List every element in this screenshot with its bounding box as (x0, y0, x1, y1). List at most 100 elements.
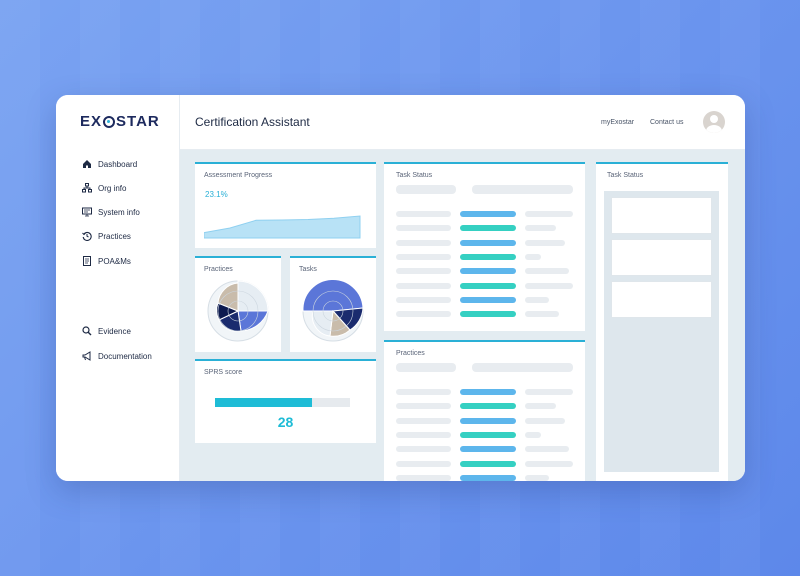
assessment-progress-card: Assessment Progress 23.1% (195, 162, 376, 248)
row-cell (525, 253, 541, 260)
row-cell (396, 311, 451, 318)
page-title: Certification Assistant (195, 115, 310, 129)
sidebar-item-evidence[interactable]: Evidence (82, 326, 131, 336)
myexostar-link[interactable]: myExostar (601, 119, 634, 126)
sidebar-item-poams[interactable]: POA&Ms (82, 256, 131, 266)
avatar[interactable] (703, 111, 725, 133)
row-cell (396, 460, 451, 467)
row-cell (460, 253, 516, 260)
sprs-progress-track (215, 398, 350, 407)
row-cell (525, 417, 565, 424)
row-cell (460, 211, 516, 217)
row-cell (460, 239, 516, 246)
row-cell (460, 460, 516, 467)
card-title: Practices (396, 350, 425, 357)
card-title: Task Status (607, 172, 644, 179)
sidebar-item-label: Evidence (98, 326, 131, 336)
tasks-chart-card: Tasks (290, 256, 376, 352)
document-icon (83, 256, 91, 266)
task-status-item[interactable] (611, 197, 712, 234)
row-cell (460, 403, 516, 410)
task-status-item[interactable] (611, 281, 712, 318)
sidebar-item-dashboard[interactable]: Dashboard (82, 159, 137, 169)
row-cell (525, 296, 549, 303)
row-cell (396, 446, 451, 453)
row-cell (460, 311, 516, 318)
card-title: Tasks (299, 266, 317, 273)
sidebar-item-org-info[interactable]: Org info (82, 183, 126, 193)
history-icon (82, 231, 92, 241)
sidebar-item-label: POA&Ms (98, 256, 131, 266)
row-cell (460, 389, 516, 395)
task-status-card: Task Status (384, 162, 585, 331)
megaphone-icon (82, 351, 91, 361)
row-cell (460, 431, 516, 438)
exostar-logo[interactable]: EX STAR (80, 113, 160, 130)
task-status-list (604, 191, 719, 472)
row-cell (460, 417, 516, 424)
row-cell (525, 474, 549, 481)
sidebar-item-label: Documentation (98, 351, 152, 361)
row-cell (396, 239, 451, 246)
row-cell (460, 282, 516, 289)
card-title: Task Status (396, 172, 433, 179)
task-status-panel: Task Status (596, 162, 728, 481)
contact-us-link[interactable]: Contact us (650, 119, 683, 126)
row-cell (460, 268, 516, 275)
filter-placeholder[interactable] (472, 363, 573, 372)
row-cell (396, 282, 451, 289)
filter-placeholder[interactable] (396, 185, 456, 194)
row-cell (396, 389, 451, 395)
sprs-score-card: SPRS score 28 (195, 359, 376, 443)
dashboard-content: Assessment Progress 23.1% Practices Task… (180, 150, 745, 481)
row-cell (525, 403, 556, 410)
row-cell (525, 239, 565, 246)
card-title: Practices (204, 266, 233, 273)
monitor-icon (82, 207, 92, 217)
row-cell (460, 296, 516, 303)
sprs-progress-fill (215, 398, 313, 407)
filter-placeholder[interactable] (396, 363, 456, 372)
row-cell (525, 311, 559, 318)
app-window: EX STAR Dashboard Org info System info Pr… (56, 95, 745, 481)
card-title: Assessment Progress (204, 172, 273, 179)
sidebar: EX STAR Dashboard Org info System info Pr… (56, 95, 180, 481)
header: Certification Assistant myExostar Contac… (180, 95, 745, 150)
row-cell (460, 474, 516, 481)
search-icon (82, 326, 92, 336)
practices-polar-chart (207, 280, 269, 342)
row-cell (396, 253, 451, 260)
row-cell (525, 225, 556, 232)
row-cell (525, 460, 573, 467)
row-cell (525, 268, 569, 275)
sidebar-item-label: Practices (98, 231, 131, 241)
sidebar-item-system-info[interactable]: System info (82, 207, 140, 217)
filter-placeholder[interactable] (472, 185, 573, 194)
row-cell (396, 474, 451, 481)
row-cell (525, 431, 541, 438)
row-cell (460, 225, 516, 232)
row-cell (396, 211, 451, 217)
practices-list-card: Practices (384, 340, 585, 481)
sidebar-item-label: Dashboard (98, 159, 138, 169)
sidebar-item-practices[interactable]: Practices (82, 231, 131, 241)
row-cell (396, 296, 451, 303)
tasks-polar-chart (302, 278, 364, 342)
row-cell (396, 431, 451, 438)
sidebar-item-label: Org info (98, 183, 127, 193)
row-cell (525, 211, 573, 217)
progress-area (204, 215, 361, 239)
row-cell (396, 417, 451, 424)
card-title: SPRS score (204, 369, 243, 376)
row-cell (525, 389, 573, 395)
assessment-progress-area-chart (204, 215, 361, 239)
sidebar-item-documentation[interactable]: Documentation (82, 351, 152, 361)
row-cell (525, 282, 573, 289)
row-cell (460, 446, 516, 453)
sprs-score-value: 28 (277, 414, 294, 430)
sidebar-item-label: System info (98, 207, 140, 217)
practices-chart-card: Practices (195, 256, 281, 352)
row-cell (396, 225, 451, 232)
row-cell (525, 446, 569, 453)
task-status-item[interactable] (611, 239, 712, 276)
